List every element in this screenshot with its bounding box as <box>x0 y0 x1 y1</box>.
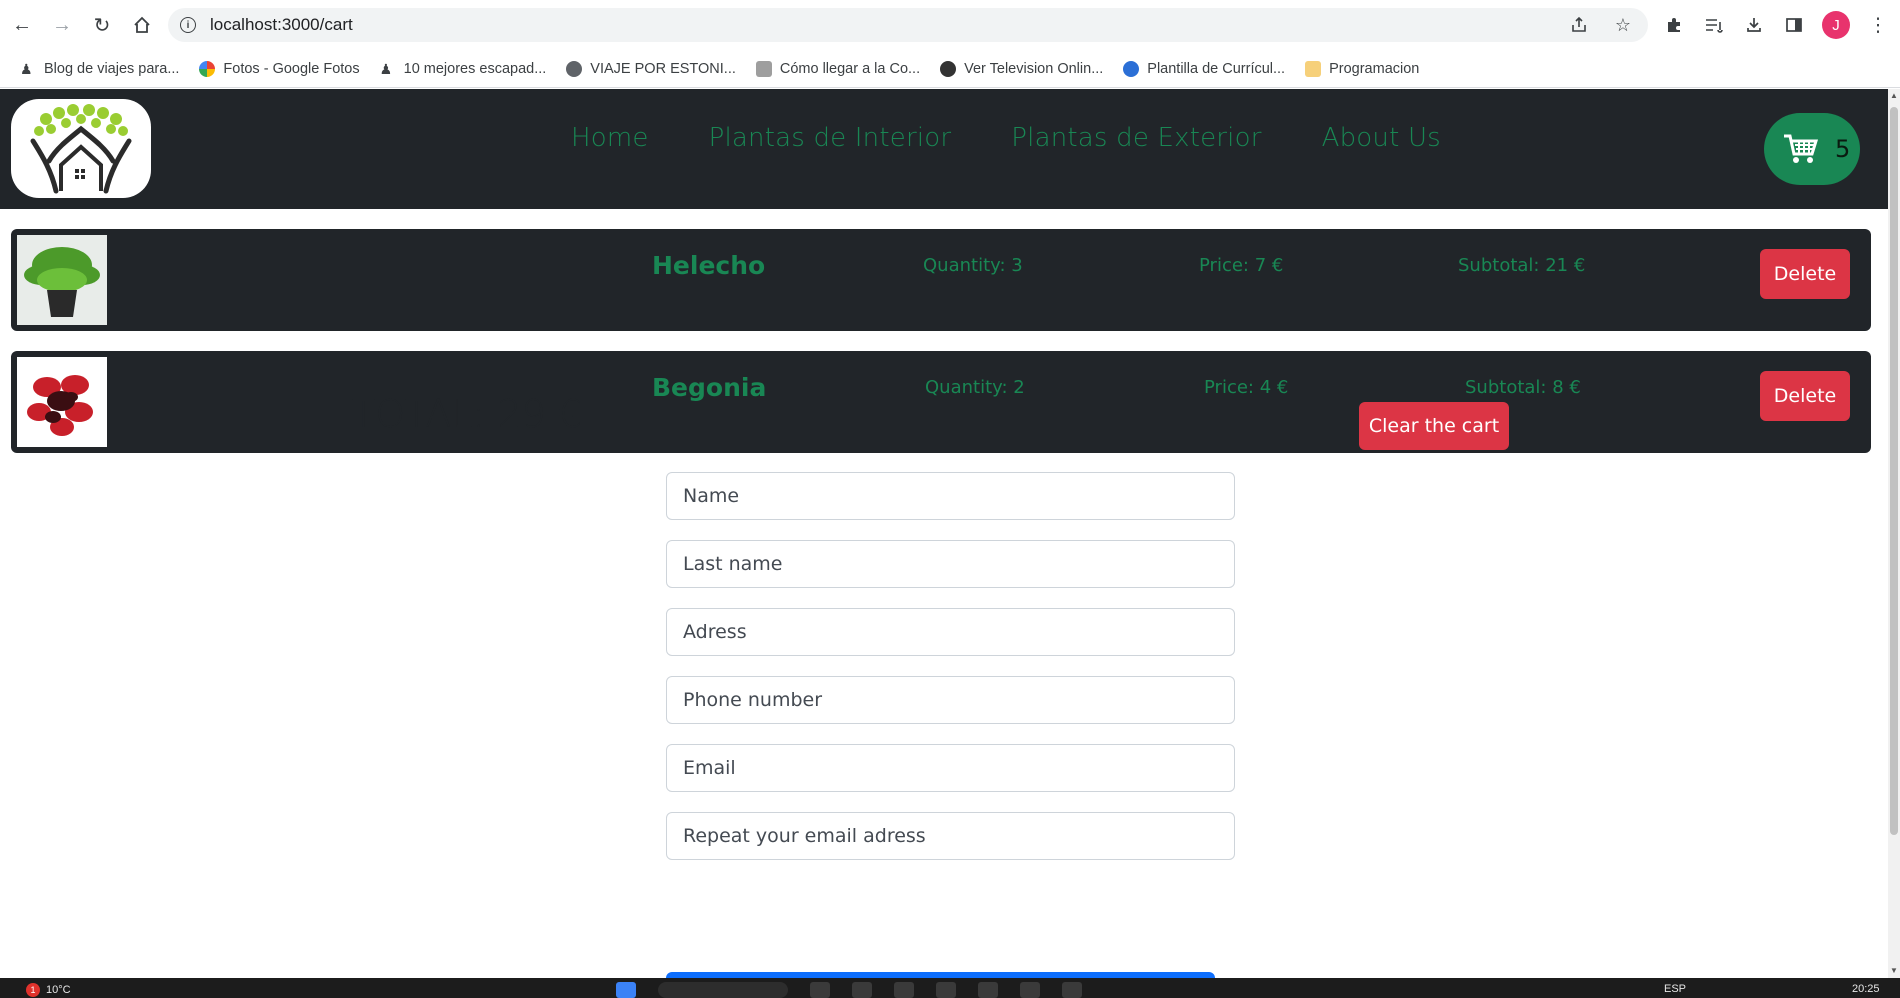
vscode-icon[interactable] <box>1062 982 1082 998</box>
colosseum-icon <box>755 60 772 77</box>
reload-icon[interactable]: ↻ <box>82 5 122 45</box>
product-subtotal: Subtotal: 21 € <box>1458 255 1586 276</box>
phone-field[interactable] <box>666 676 1235 724</box>
url-text[interactable]: localhost:3000/cart <box>210 15 353 35</box>
cart-item: Helecho Quantity: 3 Price: 7 € Subtotal:… <box>11 229 1871 331</box>
scroll-down-icon[interactable]: ▼ <box>1890 966 1898 976</box>
delete-button[interactable]: Delete <box>1760 249 1850 299</box>
extensions-puzzle-icon[interactable] <box>1662 8 1686 42</box>
folder-icon <box>1305 60 1322 77</box>
weather-temp: 10°C <box>46 984 71 996</box>
scroll-up-icon[interactable]: ▲ <box>1890 91 1898 101</box>
nav-link-home[interactable]: Home <box>571 123 649 153</box>
bookmark-label: Cómo llegar a la Co... <box>779 60 921 77</box>
kebab-menu-icon[interactable]: ⋮ <box>1866 8 1890 42</box>
back-arrow-icon[interactable]: ← <box>2 5 42 45</box>
shopping-cart-icon <box>1784 134 1819 163</box>
forward-arrow-icon[interactable]: → <box>42 5 82 45</box>
google-photos-icon <box>199 60 216 77</box>
bookmarks-bar: ♟ Blog de viajes para... Fotos - Google … <box>0 50 1900 88</box>
checkout-form <box>666 472 1235 880</box>
bookmark-label: Ver Television Onlin... <box>964 60 1104 77</box>
product-price: Price: 4 € <box>1204 377 1289 398</box>
page-scrollbar[interactable]: ▲ ▼ <box>1888 89 1900 978</box>
tv-icon <box>940 60 957 77</box>
address-bar[interactable]: i localhost:3000/cart ☆ <box>168 8 1648 42</box>
bookmark-label: Plantilla de Currícul... <box>1147 60 1286 77</box>
weather-widget[interactable]: 1 10°C <box>26 983 71 997</box>
clock[interactable]: 20:25 <box>1852 983 1880 995</box>
cart-button[interactable]: 5 <box>1764 113 1860 185</box>
product-name: Begonia <box>652 373 767 402</box>
bookmark-item[interactable]: Programacion <box>1295 54 1429 84</box>
bookmark-item[interactable]: Fotos - Google Fotos <box>189 54 369 84</box>
weather-badge: 1 <box>26 983 40 997</box>
page-viewport: Home Plantas de Interior Plantas de Exte… <box>0 89 1888 978</box>
bookmark-label: Programacion <box>1329 60 1420 77</box>
taskbar-search[interactable] <box>658 982 788 998</box>
bookmark-label: 10 mejores escapad... <box>403 60 547 77</box>
cart-item: Begonia Quantity: 2 Price: 4 € Subtotal:… <box>11 351 1871 453</box>
download-icon[interactable] <box>1742 8 1766 42</box>
bookmark-label: Blog de viajes para... <box>44 60 180 77</box>
bookmark-item[interactable]: ♟ 10 mejores escapad... <box>370 54 557 84</box>
language-indicator[interactable]: ESP <box>1664 983 1686 995</box>
bookmark-item[interactable]: VIAJE POR ESTONI... <box>556 54 746 84</box>
site-info-icon[interactable]: i <box>180 17 196 33</box>
nav-link-about-us[interactable]: About Us <box>1322 123 1441 153</box>
explorer-icon[interactable] <box>936 982 956 998</box>
product-price: Price: 7 € <box>1199 255 1284 276</box>
cart-count: 5 <box>1835 135 1851 163</box>
bookmark-item[interactable]: ♟ Blog de viajes para... <box>10 54 189 84</box>
home-icon[interactable] <box>122 5 162 45</box>
scrollbar-thumb[interactable] <box>1890 107 1898 835</box>
bookmark-item[interactable]: Plantilla de Currícul... <box>1113 54 1295 84</box>
task-view-icon[interactable] <box>810 982 830 998</box>
silhouette-icon: ♟ <box>379 60 393 77</box>
bookmark-star-icon[interactable]: ☆ <box>1612 14 1634 36</box>
chrome-icon[interactable] <box>1020 982 1040 998</box>
chat-icon[interactable] <box>894 982 914 998</box>
bookmark-label: VIAJE POR ESTONI... <box>590 60 736 77</box>
cart-total: TOTAL: 29 € <box>352 392 583 436</box>
nav-link-plantas-exterior[interactable]: Plantas de Exterior <box>1011 123 1261 153</box>
site-navbar: Home Plantas de Interior Plantas de Exte… <box>0 89 1888 209</box>
profile-avatar[interactable]: J <box>1822 11 1850 39</box>
nav-link-plantas-interior[interactable]: Plantas de Interior <box>709 123 952 153</box>
bookmark-item[interactable]: Ver Television Onlin... <box>930 54 1113 84</box>
side-panel-icon[interactable] <box>1782 8 1806 42</box>
clear-cart-button[interactable]: Clear the cart <box>1359 402 1509 450</box>
delete-button[interactable]: Delete <box>1760 371 1850 421</box>
store-icon[interactable] <box>978 982 998 998</box>
browser-toolbar: ← → ↻ i localhost:3000/cart ☆ J ⋮ <box>0 0 1900 50</box>
bookmark-label: Fotos - Google Fotos <box>223 60 360 77</box>
taskbar-apps <box>616 982 1082 998</box>
media-queue-icon[interactable] <box>1702 8 1726 42</box>
address-field[interactable] <box>666 608 1235 656</box>
start-icon[interactable] <box>616 982 636 998</box>
product-quantity: Quantity: 2 <box>925 377 1025 398</box>
bookmark-item[interactable]: Cómo llegar a la Co... <box>746 54 930 84</box>
site-logo[interactable] <box>11 99 151 198</box>
main-nav: Home Plantas de Interior Plantas de Exte… <box>571 123 1441 153</box>
product-subtotal: Subtotal: 8 € <box>1465 377 1581 398</box>
name-field[interactable] <box>666 472 1235 520</box>
share-icon[interactable] <box>1568 14 1590 36</box>
globe-icon <box>566 60 583 77</box>
os-taskbar: 1 10°C ESP 20:25 <box>0 978 1900 998</box>
c-logo-icon <box>1123 60 1140 77</box>
email-field[interactable] <box>666 744 1235 792</box>
product-name: Helecho <box>652 251 766 280</box>
repeat-email-field[interactable] <box>666 812 1235 860</box>
silhouette-icon: ♟ <box>20 60 33 77</box>
last-name-field[interactable] <box>666 540 1235 588</box>
edge-icon[interactable] <box>852 982 872 998</box>
product-image-helecho <box>17 235 107 325</box>
product-quantity: Quantity: 3 <box>923 255 1023 276</box>
product-image-begonia <box>17 357 107 447</box>
